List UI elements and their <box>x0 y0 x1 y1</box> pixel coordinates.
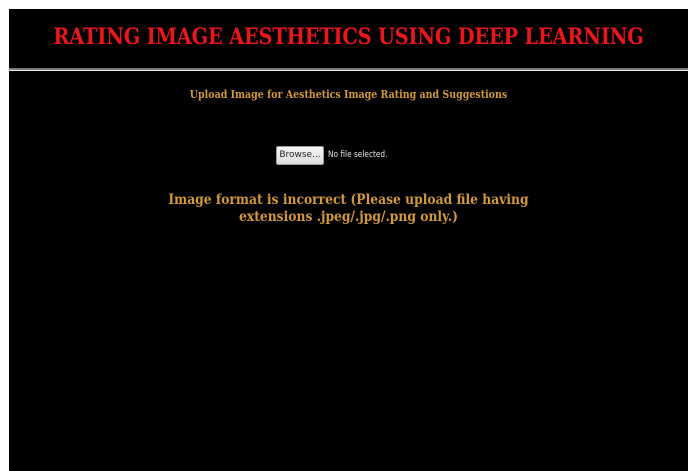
error-message-line-1: Image format is incorrect (Please upload… <box>168 192 529 208</box>
header-divider <box>9 68 688 71</box>
header: RATING IMAGE AESTHETICS USING DEEP LEARN… <box>9 9 688 69</box>
page: RATING IMAGE AESTHETICS USING DEEP LEARN… <box>9 9 688 471</box>
browse-button[interactable]: Browse... <box>276 145 324 165</box>
error-message-line-2: extensions .jpeg/.jpg/.png only.) <box>239 209 458 225</box>
file-status-text: No file selected. <box>328 150 388 160</box>
error-message: Image format is incorrect (Please upload… <box>9 192 688 226</box>
upload-instructions: Upload Image for Aesthetics Image Rating… <box>189 88 508 101</box>
file-upload-control: Browse... No file selected. <box>276 145 401 165</box>
page-title: RATING IMAGE AESTHETICS USING DEEP LEARN… <box>53 24 644 50</box>
